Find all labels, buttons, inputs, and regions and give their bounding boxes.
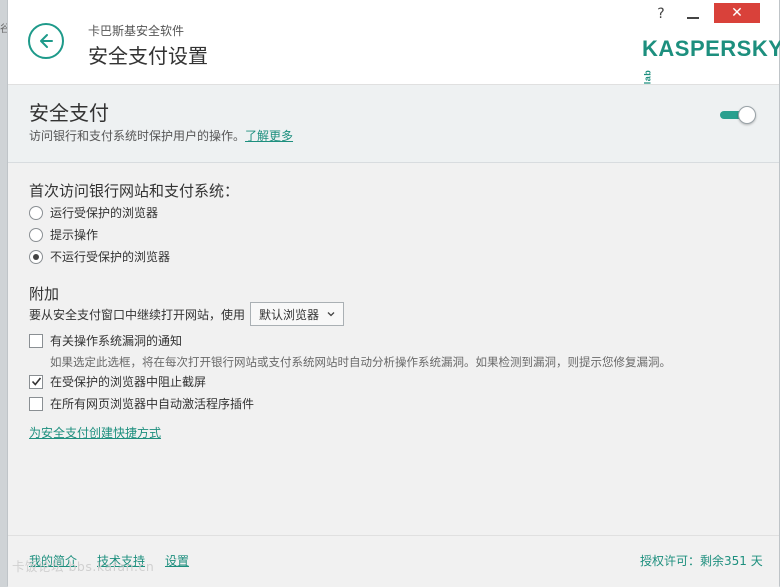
checkmark-icon (31, 377, 41, 386)
safe-money-band: 安全支付 访问银行和支付系统时保护用户的操作。了解更多 (8, 85, 779, 163)
radio-button[interactable] (29, 205, 43, 220)
radio-do-not-run-browser[interactable]: 不运行受保护的浏览器 (29, 248, 170, 265)
app-subtitle: 卡巴斯基安全软件 (88, 24, 185, 38)
radio-label: 运行受保护的浏览器 (50, 206, 159, 220)
logo-lab: lab (642, 69, 653, 85)
description-text: 访问银行和支付系统时保护用户的操作。 (29, 129, 246, 143)
create-shortcut-link[interactable]: 为安全支付创建快捷方式 (29, 424, 161, 441)
browser-choice-row: 要从安全支付窗口中继续打开网站，使用 默认浏览器 (29, 302, 345, 326)
browser-choice-label: 要从安全支付窗口中继续打开网站，使用 (29, 307, 246, 322)
section-description: 访问银行和支付系统时保护用户的操作。了解更多 (29, 127, 293, 144)
section-title: 安全支付 (29, 101, 109, 125)
radio-prompt-action[interactable]: 提示操作 (29, 226, 98, 243)
checkbox-label: 在所有网页浏览器中自动激活程序插件 (50, 397, 255, 411)
check-auto-activate-plugin[interactable]: 在所有网页浏览器中自动激活程序插件 (29, 395, 254, 412)
kaspersky-logo: KASPERSKY lab (642, 36, 780, 88)
radio-label: 提示操作 (50, 228, 99, 242)
check-block-screenshots[interactable]: 在受保护的浏览器中阻止截屏 (29, 373, 206, 390)
logo-text: KASPERSKY (642, 36, 780, 61)
checkbox-label: 有关操作系统漏洞的通知 (50, 334, 183, 348)
toggle-knob (738, 106, 756, 124)
checkbox-label: 在受保护的浏览器中阻止截屏 (50, 375, 207, 389)
minimize-button[interactable] (678, 6, 708, 24)
page-title: 安全支付设置 (88, 44, 208, 68)
watermark: 卡饭论坛 bbs.kafan.cn (12, 559, 155, 574)
first-visit-heading: 首次访问银行网站和支付系统： (29, 182, 240, 200)
checkbox[interactable] (29, 396, 43, 411)
help-button[interactable]: ? (650, 6, 672, 24)
learn-more-link[interactable]: 了解更多 (245, 129, 293, 143)
license-status: 授权许可：剩余351 天 (640, 554, 763, 568)
header: 卡巴斯基安全软件 安全支付设置 ? ✕ KASPERSKY lab (8, 0, 780, 88)
radio-button-selected[interactable] (29, 249, 43, 264)
check-os-vulnerability-notice[interactable]: 有关操作系统漏洞的通知 (29, 332, 182, 349)
radio-run-protected-browser[interactable]: 运行受保护的浏览器 (29, 204, 158, 221)
radio-button[interactable] (29, 227, 43, 242)
radio-label: 不运行受保护的浏览器 (50, 250, 171, 264)
back-button[interactable] (28, 23, 64, 59)
vulnerability-hint: 如果选定此选框，将在每次打开银行网站或支付系统网站时自动分析操作系统漏洞。如果检… (50, 355, 671, 369)
browser-select[interactable]: 默认浏览器 (250, 302, 345, 326)
checkbox-checked[interactable] (29, 374, 43, 389)
safe-money-toggle[interactable] (720, 106, 756, 124)
checkbox[interactable] (29, 333, 43, 348)
extra-heading: 附加 (29, 285, 60, 303)
footer-link-settings[interactable]: 设置 (165, 552, 189, 569)
app-window: 卡巴斯基安全软件 安全支付设置 ? ✕ KASPERSKYlab 安全支付 访问… (7, 0, 780, 587)
browser-select-value: 默认浏览器 (259, 307, 320, 322)
arrow-left-icon (40, 34, 53, 48)
close-button[interactable]: ✕ (714, 3, 760, 23)
chevron-down-icon (327, 312, 335, 317)
